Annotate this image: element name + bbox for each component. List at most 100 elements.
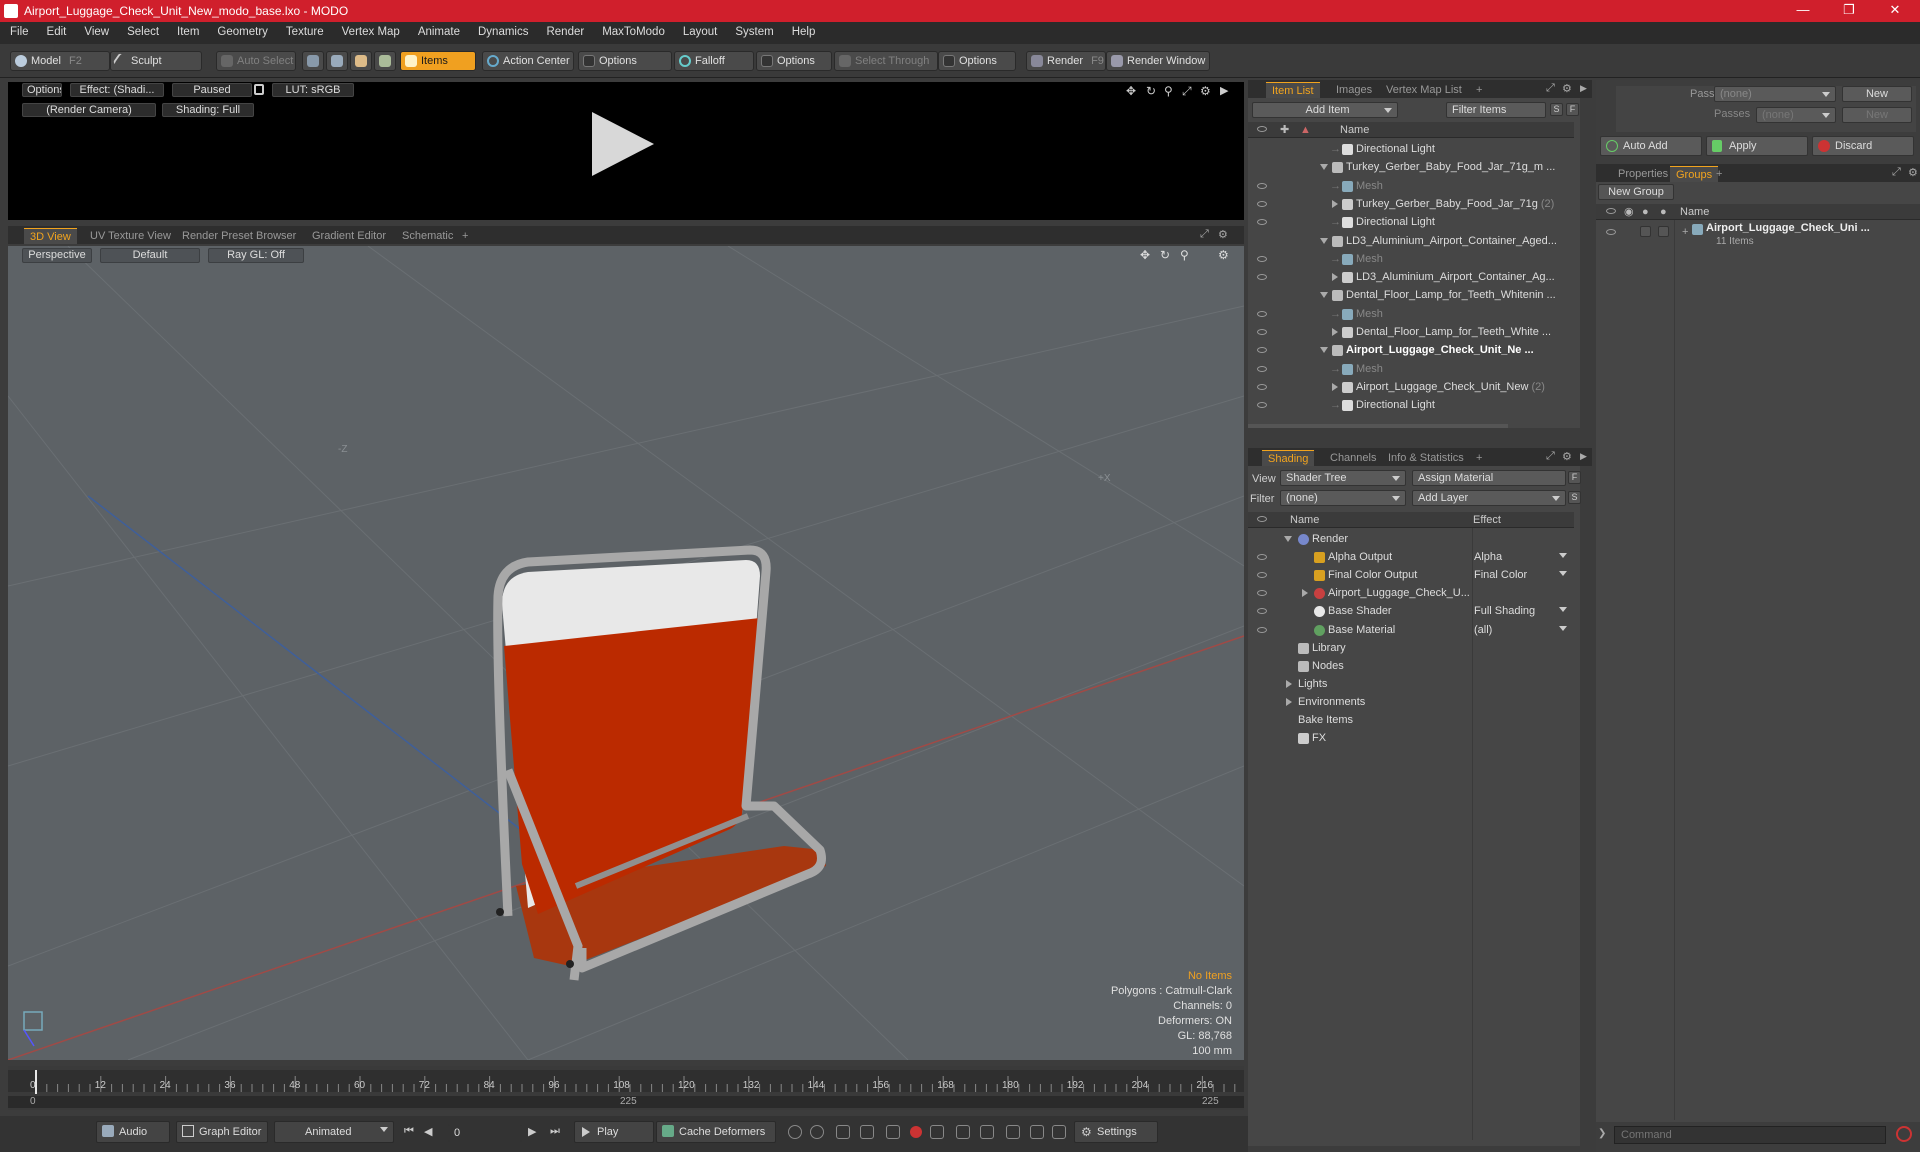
- render-window-button[interactable]: Render Window: [1106, 51, 1210, 71]
- maximize-icon[interactable]: ⤢: [1892, 166, 1901, 179]
- expand-arrow-icon[interactable]: [1332, 273, 1338, 282]
- timeline[interactable]: 0 12 24 36 48 60 72 84 96 108 120 132 144 156 168 180 19…: [8, 1066, 1244, 1110]
- item-list-row[interactable]: → Directional Light: [1248, 140, 1574, 158]
- default-dropdown[interactable]: Default: [100, 248, 200, 263]
- item-list-row[interactable]: → Directional Light: [1248, 396, 1574, 414]
- pass-groups-dropdown[interactable]: (none): [1714, 86, 1836, 102]
- visibility-eye-icon[interactable]: [1257, 182, 1267, 189]
- expand-arrow-icon[interactable]: [1320, 164, 1328, 171]
- bounce-icon[interactable]: [1030, 1125, 1044, 1139]
- move-view-icon[interactable]: ✥: [1126, 84, 1136, 98]
- rotate-view-icon[interactable]: ↻: [1160, 248, 1170, 262]
- polygons-mode-button[interactable]: [350, 51, 372, 71]
- shader-tree-row[interactable]: Lights: [1248, 675, 1574, 693]
- visibility-eye-icon[interactable]: [1257, 608, 1267, 615]
- gear-icon[interactable]: ⚙: [1218, 228, 1228, 241]
- step-back-icon[interactable]: [956, 1125, 970, 1139]
- new-group-button[interactable]: New Group: [1598, 184, 1674, 200]
- menu-geometry[interactable]: Geometry: [207, 22, 276, 38]
- visibility-eye-icon[interactable]: [1257, 255, 1267, 262]
- tab-item-list[interactable]: Item List: [1266, 82, 1320, 98]
- menu-select[interactable]: Select: [117, 22, 167, 38]
- menu-file[interactable]: File: [0, 22, 37, 38]
- item-list-row[interactable]: → Mesh: [1248, 177, 1574, 195]
- gear-icon[interactable]: ⚙: [1562, 450, 1572, 463]
- menu-dynamics[interactable]: Dynamics: [468, 22, 536, 38]
- new-pass-button[interactable]: New: [1842, 107, 1912, 123]
- range-icon[interactable]: [1052, 1125, 1066, 1139]
- delete-key-icon[interactable]: [930, 1125, 944, 1139]
- effect-dropdown[interactable]: Alpha: [1474, 548, 1572, 566]
- effect-dropdown[interactable]: Final Color: [1474, 566, 1572, 584]
- visibility-eye-icon[interactable]: [1257, 365, 1267, 372]
- command-arrow-icon[interactable]: ❯: [1598, 1128, 1606, 1139]
- auto-key-icon[interactable]: [810, 1125, 824, 1139]
- action-center-options-button[interactable]: Options: [578, 51, 672, 71]
- minimize-icon[interactable]: —: [1788, 2, 1818, 20]
- visibility-eye-icon[interactable]: [1257, 200, 1267, 207]
- perspective-dropdown[interactable]: Perspective: [22, 248, 92, 263]
- edges-mode-button[interactable]: [326, 51, 348, 71]
- shader-tree-row[interactable]: Render: [1248, 530, 1574, 548]
- falloff-options-button[interactable]: Options: [756, 51, 832, 71]
- add-tab-icon[interactable]: +: [1710, 166, 1728, 182]
- visibility-eye-icon[interactable]: [1257, 626, 1267, 633]
- tab-shading[interactable]: Shading: [1262, 450, 1315, 466]
- expand-arrow-icon[interactable]: [1332, 328, 1338, 336]
- new-pass-group-button[interactable]: New: [1842, 86, 1912, 102]
- play-button[interactable]: Play: [574, 1121, 654, 1143]
- maximize-icon[interactable]: ⤢: [1200, 228, 1209, 241]
- item-list-f-button[interactable]: F: [1566, 103, 1579, 116]
- item-list-row[interactable]: LD3_Aluminium_Airport_Container_Aged...: [1248, 232, 1574, 250]
- item-list-scrollbar[interactable]: [1248, 424, 1508, 428]
- visibility-eye-icon[interactable]: [1257, 274, 1267, 281]
- command-input[interactable]: [1614, 1126, 1886, 1144]
- assign-material-button[interactable]: Assign Material: [1412, 470, 1566, 486]
- falloff-button[interactable]: Falloff: [674, 51, 754, 71]
- menu-item[interactable]: Item: [167, 22, 207, 38]
- tab-3d-view[interactable]: 3D View: [24, 228, 77, 244]
- tab-vertex-map-list[interactable]: Vertex Map List: [1380, 82, 1468, 98]
- cache-deformers-button[interactable]: Cache Deformers: [656, 1121, 776, 1143]
- tab-schematic[interactable]: Schematic: [396, 228, 459, 244]
- preview-effect-dropdown[interactable]: Effect: (Shadi...: [70, 83, 164, 97]
- gear-icon[interactable]: ⚙: [1218, 248, 1229, 262]
- add-layer-dropdown[interactable]: Add Layer: [1412, 490, 1566, 506]
- expand-arrow-icon[interactable]: [1332, 199, 1338, 208]
- preview-camera-dropdown[interactable]: (Render Camera): [22, 103, 156, 117]
- prev-frame-icon[interactable]: ◀: [424, 1125, 432, 1138]
- item-list-row[interactable]: Turkey_Gerber_Baby_Food_Jar_71g_m ...: [1248, 158, 1574, 176]
- maximize-icon[interactable]: ⤢: [1546, 82, 1555, 95]
- animated-dropdown[interactable]: Animated: [274, 1121, 394, 1143]
- menu-render[interactable]: Render: [536, 22, 592, 38]
- item-list-row[interactable]: → Mesh: [1248, 360, 1574, 378]
- next-frame-icon[interactable]: ▶: [528, 1125, 536, 1138]
- visibility-eye-icon[interactable]: [1257, 347, 1267, 354]
- apply-button[interactable]: Apply: [1706, 136, 1808, 156]
- zoom-icon[interactable]: ⚲: [1164, 84, 1173, 98]
- arrow-right-icon[interactable]: ▶: [1580, 451, 1587, 462]
- select-checkbox[interactable]: [1658, 226, 1669, 237]
- item-list-row[interactable]: Airport_Luggage_Check_Unit_New (2): [1248, 378, 1574, 396]
- item-list-row[interactable]: Turkey_Gerber_Baby_Food_Jar_71g (2): [1248, 195, 1574, 213]
- vertices-mode-button[interactable]: [302, 51, 324, 71]
- menu-edit[interactable]: Edit: [37, 22, 75, 38]
- play-icon[interactable]: [592, 112, 654, 176]
- raygl-dropdown[interactable]: Ray GL: Off: [208, 248, 304, 263]
- first-frame-icon[interactable]: ⏮: [404, 1125, 414, 1138]
- refresh-icon[interactable]: ↻: [1146, 84, 1156, 98]
- luggage-check-unit-model[interactable]: [493, 545, 826, 981]
- expand-arrow-icon[interactable]: [1320, 237, 1328, 244]
- expand-arrow-icon[interactable]: [1284, 536, 1292, 542]
- items-mode-button[interactable]: Items: [400, 51, 476, 71]
- audio-button[interactable]: Audio: [96, 1121, 170, 1143]
- add-tab-icon[interactable]: +: [456, 228, 474, 244]
- preview-shading-dropdown[interactable]: Shading: Full: [162, 103, 254, 117]
- move-view-icon[interactable]: ✥: [1140, 248, 1150, 262]
- gear-icon[interactable]: ⚙: [1562, 82, 1572, 95]
- expand-arrow-icon[interactable]: [1286, 679, 1292, 688]
- frame-input[interactable]: 0: [448, 1124, 522, 1142]
- expand-arrow-icon[interactable]: [1320, 347, 1328, 354]
- visibility-eye-icon[interactable]: [1257, 219, 1267, 226]
- menu-help[interactable]: Help: [782, 22, 824, 38]
